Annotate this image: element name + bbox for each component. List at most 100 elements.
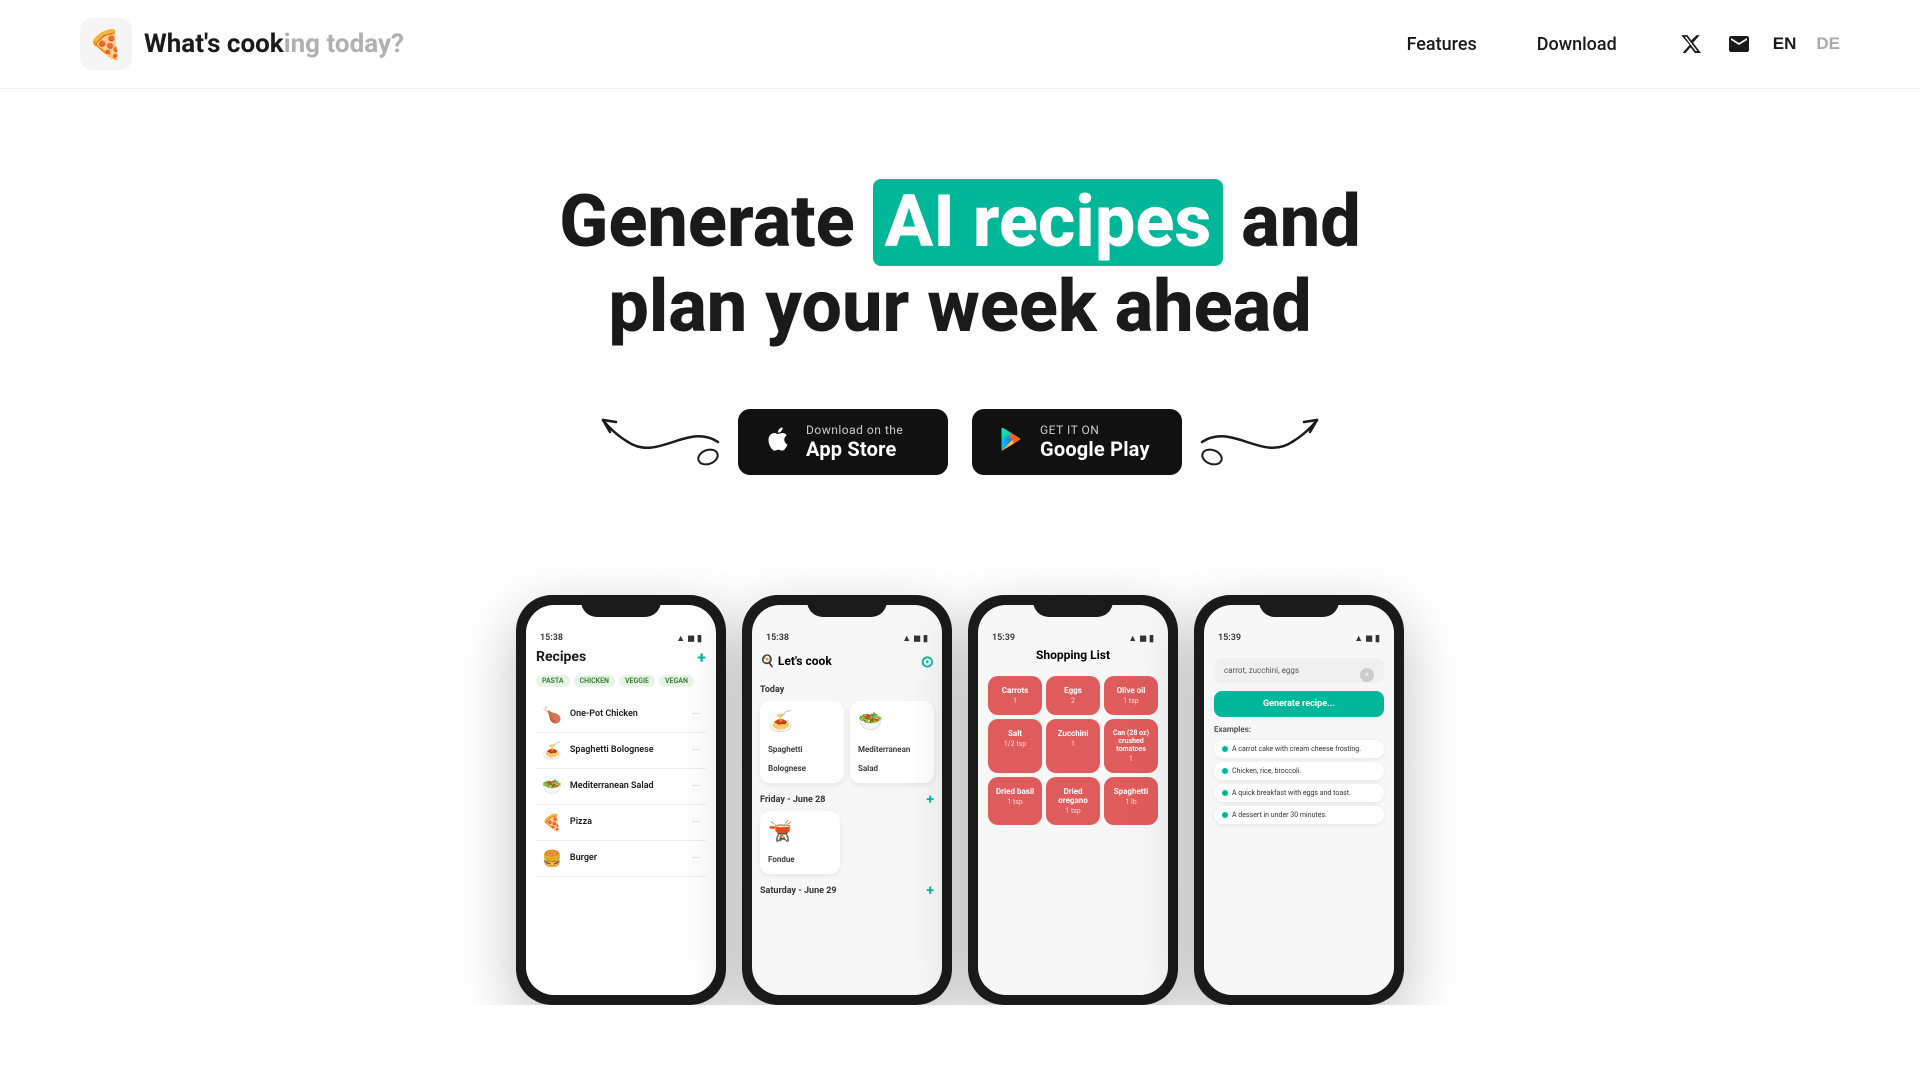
recipe-item[interactable]: 🍔 Burger ··· [536, 841, 706, 877]
example-dot-3 [1222, 790, 1228, 796]
example-text-1: A carrot cake with cream cheese frosting… [1232, 745, 1361, 753]
googleplay-button[interactable]: GET IT ON Google Play [972, 409, 1182, 475]
example-text-2: Chicken, rice, broccoli. [1232, 767, 1301, 775]
left-arrow-decoration [598, 412, 728, 472]
example-dot-4 [1222, 812, 1228, 818]
shopping-item-tomatoes[interactable]: Can (28 oz) crushed tomatoes 1 [1104, 719, 1158, 773]
navbar: 🍕 What's cooking today? Features Downloa… [0, 0, 1920, 89]
nav-links: Features Download [1407, 34, 1617, 55]
recipe-item[interactable]: 🍗 One-Pot Chicken ··· [536, 697, 706, 733]
shopping-item-carrots[interactable]: Carrots 1 [988, 676, 1042, 715]
section-saturday: Saturday - June 29 [760, 886, 837, 896]
example-chip-1[interactable]: A carrot cake with cream cheese frosting… [1214, 740, 1384, 758]
nav-actions: EN DE [1677, 30, 1840, 58]
recipe-emoji-3: 🥗 [542, 777, 562, 796]
meal-card-name-1: Spaghetti Bolognese [768, 745, 806, 773]
tag-chicken[interactable]: CHICKEN [574, 675, 615, 687]
shopping-item-spaghetti[interactable]: Spaghetti 1 lb [1104, 777, 1158, 825]
meal-cards-row: 🍝 Spaghetti Bolognese 🥗 Mediterranean Sa… [760, 701, 934, 783]
meal-card-spaghetti[interactable]: 🍝 Spaghetti Bolognese [760, 701, 844, 783]
letscook-title: 🍳 Let's cook [760, 654, 832, 668]
recipe-emoji-2: 🍝 [542, 741, 562, 760]
recipes-title: Recipes [536, 649, 586, 665]
phone-letscook: 15:38 ▲ ◼ ▮ 🍳 Let's cook ⊙ Today 🍝 Spagh… [742, 595, 952, 1005]
phone-generate: 15:39 ▲ ◼ ▮ carrot, zucchini, eggs × Gen… [1194, 595, 1404, 1005]
shopping-item-zucchini[interactable]: Zucchini 1 [1046, 719, 1100, 773]
recipe-item[interactable]: 🍝 Spaghetti Bolognese ··· [536, 733, 706, 769]
example-text-3: A quick breakfast with eggs and toast. [1232, 789, 1351, 797]
phone-shopping: 15:39 ▲ ◼ ▮ Shopping List Carrots 1 Eggs… [968, 595, 1178, 1005]
appstore-text: Download on the App Store [806, 423, 903, 461]
logo-link[interactable]: 🍕 What's cooking today? [80, 18, 404, 70]
section-friday: Friday - June 28 [760, 795, 825, 805]
recipe-emoji-1: 🍗 [542, 705, 562, 724]
shopping-item-oregano[interactable]: Dried oregano 1 tsp [1046, 777, 1100, 825]
recipe-dots-2[interactable]: ··· [692, 745, 700, 756]
tag-vegan[interactable]: VEGAN [659, 675, 694, 687]
generate-input[interactable]: carrot, zucchini, eggs [1214, 658, 1384, 683]
shopping-item-eggs[interactable]: Eggs 2 [1046, 676, 1100, 715]
meal-card-fondue[interactable]: 🫕 Fondue [760, 811, 840, 874]
appstore-button[interactable]: Download on the App Store [738, 409, 948, 475]
section-today: Today [760, 685, 934, 695]
recipe-name-2: Spaghetti Bolognese [570, 745, 684, 755]
apple-icon [764, 423, 792, 460]
recipe-item[interactable]: 🥗 Mediterranean Salad ··· [536, 769, 706, 805]
example-chip-4[interactable]: A dessert in under 30 minutes. [1214, 806, 1384, 824]
nav-features[interactable]: Features [1407, 34, 1477, 55]
lang-en-button[interactable]: EN [1773, 34, 1797, 54]
saturday-row: Saturday - June 29 + [760, 880, 934, 902]
logo-text: What's cooking today? [144, 29, 404, 59]
mail-icon[interactable] [1725, 30, 1753, 58]
examples-label: Examples: [1214, 725, 1384, 734]
recipe-name-5: Burger [570, 853, 684, 863]
googleplay-text: GET IT ON Google Play [1040, 423, 1150, 461]
cta-row: Download on the App Store [738, 409, 1182, 475]
example-chip-3[interactable]: A quick breakfast with eggs and toast. [1214, 784, 1384, 802]
meal-cards-friday: 🫕 Fondue [760, 811, 934, 874]
googleplay-icon [998, 423, 1026, 460]
generate-recipe-button[interactable]: Generate recipe... [1214, 691, 1384, 717]
tag-pasta[interactable]: PASTA [536, 675, 570, 687]
hero-title: Generate AI recipes and plan your week a… [559, 179, 1360, 349]
example-dot-2 [1222, 768, 1228, 774]
recipe-name-1: One-Pot Chicken [570, 709, 684, 719]
generate-input-wrapper: carrot, zucchini, eggs × [1214, 658, 1384, 683]
recipe-item[interactable]: 🍕 Pizza ··· [536, 805, 706, 841]
toggle-btn[interactable]: ⊙ [921, 652, 934, 671]
tag-row: PASTA CHICKEN VEGGIE VEGAN [536, 675, 706, 687]
ai-highlight: AI recipes [873, 179, 1224, 266]
nav-download[interactable]: Download [1537, 34, 1617, 55]
meal-card-name-2: Mediterranean Salad [858, 745, 910, 773]
twitter-icon[interactable] [1677, 30, 1705, 58]
phones-section: 15:38 ▲ ◼ ▮ Recipes + PASTA CHICKEN VEGG… [0, 535, 1920, 1005]
recipe-dots-5[interactable]: ··· [692, 853, 700, 864]
tag-veggie[interactable]: VEGGIE [619, 675, 655, 687]
example-chip-2[interactable]: Chicken, rice, broccoli. [1214, 762, 1384, 780]
recipe-emoji-5: 🍔 [542, 849, 562, 868]
add-saturday-btn[interactable]: + [926, 883, 934, 899]
recipe-dots-3[interactable]: ··· [692, 781, 700, 792]
shopping-item-salt[interactable]: Salt 1/2 tsp [988, 719, 1042, 773]
right-arrow-decoration [1192, 412, 1322, 472]
phone-notch-1 [581, 595, 661, 617]
logo-icon: 🍕 [80, 18, 132, 70]
meal-card-name-3: Fondue [768, 855, 795, 864]
recipe-dots-4[interactable]: ··· [692, 817, 700, 828]
recipe-name-3: Mediterranean Salad [570, 781, 684, 791]
example-dot-1 [1222, 746, 1228, 752]
recipe-emoji-4: 🍕 [542, 813, 562, 832]
shopping-grid: Carrots 1 Eggs 2 Olive oil 1 tsp Salt [988, 670, 1158, 825]
clear-input-btn[interactable]: × [1360, 668, 1374, 682]
meal-card-salad[interactable]: 🥗 Mediterranean Salad [850, 701, 934, 783]
recipe-dots-1[interactable]: ··· [692, 709, 700, 720]
add-friday-btn[interactable]: + [926, 792, 934, 808]
shopping-item-oliveoil[interactable]: Olive oil 1 tsp [1104, 676, 1158, 715]
recipe-name-4: Pizza [570, 817, 684, 827]
phone-notch-2 [807, 595, 887, 617]
lang-de-button[interactable]: DE [1816, 34, 1840, 54]
shopping-item-basil[interactable]: Dried basil 1 tsp [988, 777, 1042, 825]
friday-row: Friday - June 28 + [760, 789, 934, 811]
add-recipe-btn[interactable]: + [697, 648, 706, 667]
letscook-header: 🍳 Let's cook ⊙ [760, 648, 934, 679]
